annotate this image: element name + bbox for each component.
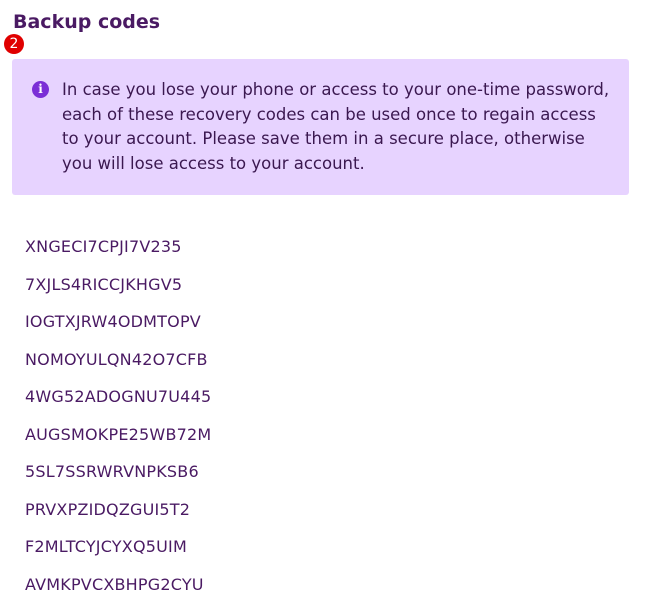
section-title: Backup codes (13, 11, 161, 33)
recovery-code: 7XJLS4RICCJKHGV5 (25, 274, 183, 294)
recovery-code: AVMKPVCXBHPG2CYU (25, 574, 204, 593)
info-callout-text: In case you lose your phone or access to… (62, 80, 610, 173)
recovery-code: IOGTXJRW4ODMTOPV (25, 312, 201, 331)
count-badge: 2 (4, 34, 24, 54)
recovery-code: XNGECI7CPJI7V235 (25, 237, 182, 256)
recovery-code: F2MLTCYJCYXQ5UIM (25, 537, 187, 556)
info-icon: i (32, 81, 49, 98)
recovery-code: AUGSMOKPE25WB72M (25, 424, 212, 444)
recovery-codes-list: XNGECI7CPJI7V235 7XJLS4RICCJKHGV5 IOGTXJ… (25, 228, 211, 593)
recovery-code: PRVXPZIDQZGUI5T2 (25, 499, 191, 519)
info-callout: i In case you lose your phone or access … (12, 59, 629, 195)
recovery-code: NOMOYULQN42O7CFB (25, 349, 208, 369)
backup-codes-page: Backup codes 2 i In case you lose your p… (0, 0, 645, 593)
recovery-code: 5SL7SSRWRVNPKSB6 (25, 462, 199, 481)
recovery-code: 4WG52ADOGNU7U445 (25, 387, 212, 406)
